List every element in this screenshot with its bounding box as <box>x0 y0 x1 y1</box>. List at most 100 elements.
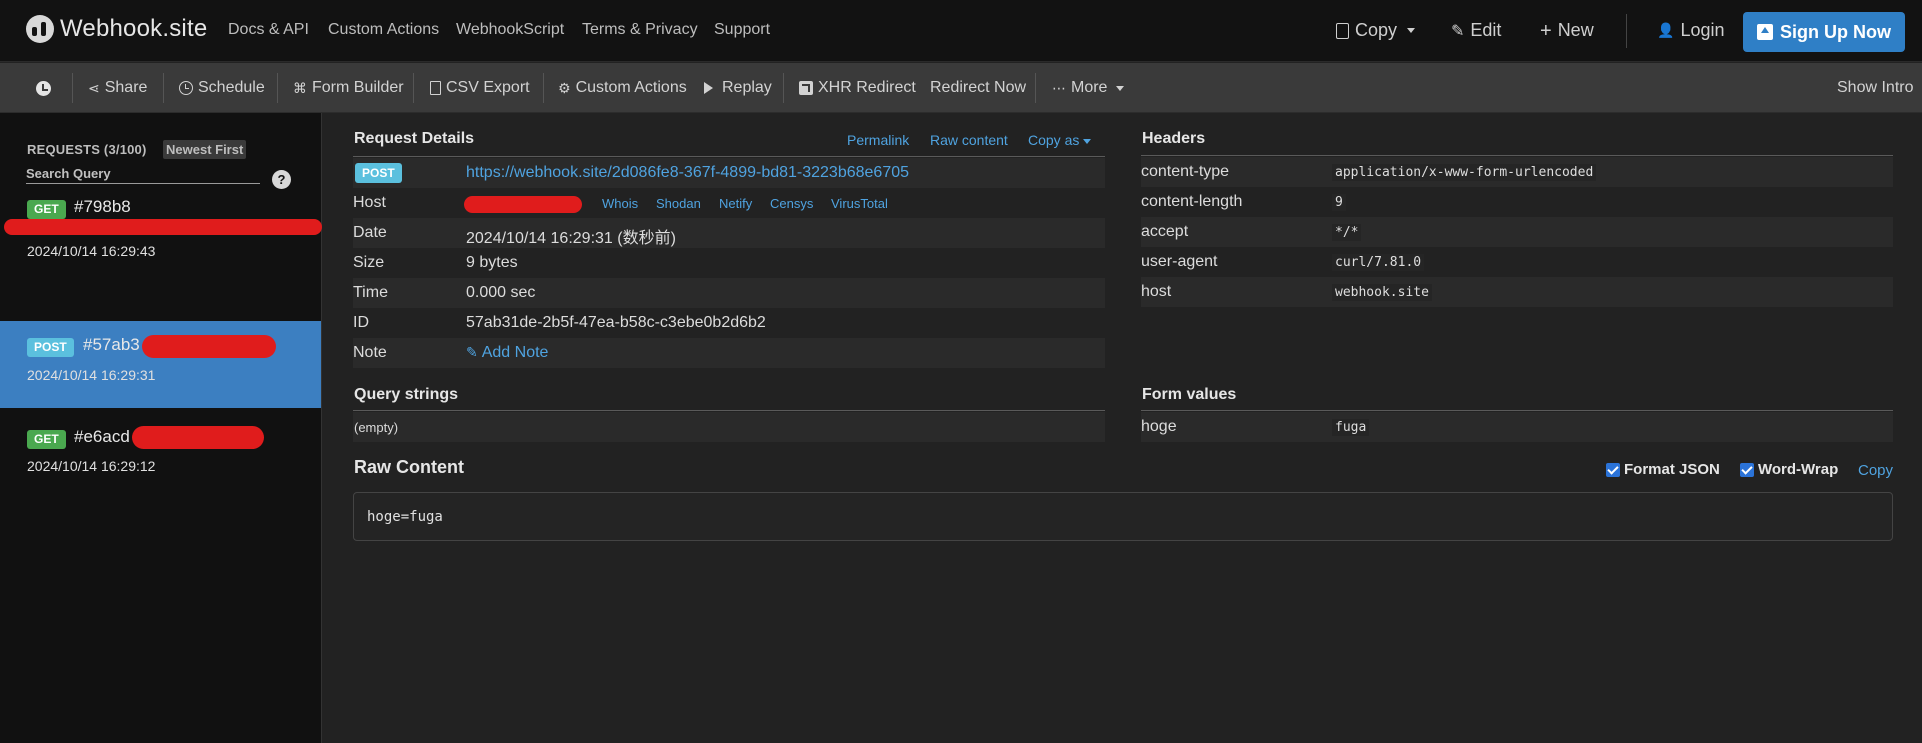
nav-terms-privacy[interactable]: Terms & Privacy <box>582 21 698 39</box>
size-label: Size <box>353 254 385 271</box>
query-strings-row: (empty) <box>353 412 1105 442</box>
add-note-link[interactable]: ✎ Add Note <box>466 344 548 362</box>
schedule-clock-icon <box>179 81 193 95</box>
section-divider <box>353 156 1105 157</box>
webhook-logo-icon <box>26 15 54 43</box>
request-time: 2024/10/14 16:29:31 <box>27 367 156 383</box>
brand-name: Webhook.site <box>60 15 208 42</box>
request-id: #798b8 <box>74 197 131 216</box>
clipboard-icon <box>1336 22 1349 39</box>
method-badge-get: GET <box>27 200 66 219</box>
shodan-link[interactable]: Shodan <box>656 196 701 211</box>
header-row: accept */* <box>1141 217 1893 247</box>
new-label: New <box>1557 20 1594 40</box>
request-list-item-active[interactable]: POST #57ab3 2024/10/14 16:29:31 <box>0 321 321 408</box>
nav-divider <box>1626 14 1627 48</box>
request-url-link[interactable]: https://webhook.site/2d086fe8-367f-4899-… <box>466 164 909 182</box>
sign-up-button[interactable]: Sign Up Now <box>1743 12 1905 52</box>
request-id: #57ab3 <box>83 335 140 354</box>
method-badge-get: GET <box>27 430 66 449</box>
form-builder-icon: ⌘ <box>293 79 307 96</box>
redirect-now-button[interactable]: Redirect Now <box>930 75 1026 101</box>
headers-title: Headers <box>1142 130 1206 147</box>
method-badge-post: POST <box>27 338 74 357</box>
show-intro-button[interactable]: Show Intro <box>1837 75 1913 101</box>
request-list-item[interactable]: GET #e6acd 2024/10/14 16:29:12 <box>0 413 321 493</box>
toolbar-divider <box>163 73 164 103</box>
form-values-title: Form values <box>1142 386 1237 403</box>
share-label: Share <box>104 79 148 96</box>
time-row: Time 0.000 sec <box>353 278 1105 308</box>
form-value-value: fuga <box>1332 419 1370 436</box>
replay-button[interactable]: Replay <box>704 75 772 101</box>
form-value-name: hoge <box>1141 418 1177 435</box>
toolbar-divider <box>413 73 414 103</box>
method-badge-post: POST <box>355 163 402 183</box>
whois-link[interactable]: Whois <box>602 196 638 211</box>
custom-actions-button[interactable]: ⚙ Custom Actions <box>558 75 687 101</box>
share-icon: ⋖ <box>88 79 100 96</box>
share-button[interactable]: ⋖ Share <box>88 75 147 101</box>
section-divider <box>353 410 1105 411</box>
schedule-button[interactable]: Schedule <box>179 75 265 101</box>
sort-order-button[interactable]: Newest First <box>163 140 247 159</box>
more-label: More <box>1071 79 1108 96</box>
brand[interactable]: Webhook.site <box>26 15 207 43</box>
toolbar-divider <box>72 73 73 103</box>
custom-actions-label: Custom Actions <box>575 79 687 96</box>
checkbox-checked-icon <box>1606 462 1620 477</box>
format-json-checkbox[interactable]: Format JSON <box>1606 461 1720 478</box>
form-builder-button[interactable]: ⌘ Form Builder <box>293 75 404 101</box>
gear-icon: ⚙ <box>558 79 571 96</box>
header-name: content-length <box>1141 193 1243 210</box>
copy-as-menu[interactable]: Copy as <box>1028 132 1092 148</box>
date-row: Date 2024/10/14 16:29:31 (数秒前) <box>353 218 1105 248</box>
censys-link[interactable]: Censys <box>770 196 813 211</box>
header-row: content-length 9 <box>1141 187 1893 217</box>
toolbar: ⋖ Share Schedule ⌘ Form Builder CSV Expo… <box>0 63 1922 113</box>
raw-content-text: hoge=fuga <box>367 509 443 525</box>
permalink-link[interactable]: Permalink <box>847 132 909 148</box>
checkbox-checked-icon <box>1740 462 1754 477</box>
note-row: Note ✎ Add Note <box>353 338 1105 368</box>
copy-raw-link[interactable]: Copy <box>1858 462 1893 479</box>
header-name: accept <box>1141 223 1189 240</box>
requests-count-header: REQUESTS (3/100) <box>27 142 147 157</box>
csv-export-button[interactable]: CSV Export <box>430 75 530 101</box>
raw-content-box[interactable]: hoge=fuga <box>353 492 1893 541</box>
header-row: host webhook.site <box>1141 277 1893 307</box>
xhr-redirect-label: XHR Redirect <box>818 79 916 96</box>
user-icon: 👤 <box>1657 22 1675 38</box>
nav-custom-actions[interactable]: Custom Actions <box>328 21 439 39</box>
history-button[interactable] <box>36 75 51 101</box>
toolbar-divider <box>783 73 784 103</box>
more-menu-button[interactable]: ⋯ More <box>1052 75 1125 101</box>
file-icon <box>430 81 441 95</box>
nav-support[interactable]: Support <box>714 21 770 39</box>
format-json-label: Format JSON <box>1624 461 1720 478</box>
top-navbar: Webhook.site Docs & API Custom Actions W… <box>0 0 1922 62</box>
external-link-icon <box>799 81 813 95</box>
copy-menu-button[interactable]: Copy <box>1336 20 1416 41</box>
query-strings-title: Query strings <box>354 386 459 403</box>
plus-icon: + <box>1540 19 1552 42</box>
login-button[interactable]: 👤 Login <box>1657 20 1724 41</box>
request-list-item[interactable]: GET #798b8 2024/10/14 16:29:43 <box>0 183 322 271</box>
netify-link[interactable]: Netify <box>719 196 752 211</box>
form-value-row: hoge fuga <box>1141 412 1893 442</box>
caret-down-icon <box>1116 85 1125 91</box>
new-button[interactable]: + New <box>1540 20 1594 41</box>
word-wrap-checkbox[interactable]: Word-Wrap <box>1740 461 1838 478</box>
host-label: Host <box>353 194 386 211</box>
nav-docs-api[interactable]: Docs & API <box>228 21 309 39</box>
toolbar-divider <box>543 73 544 103</box>
section-divider <box>1141 410 1893 411</box>
raw-content-link[interactable]: Raw content <box>930 132 1008 148</box>
xhr-redirect-button[interactable]: XHR Redirect <box>799 75 916 101</box>
search-query-input[interactable] <box>26 164 260 184</box>
note-label: Note <box>353 344 387 361</box>
virustotal-link[interactable]: VirusTotal <box>831 196 888 211</box>
edit-button[interactable]: ✎ Edit <box>1451 20 1501 41</box>
section-divider <box>1141 155 1893 156</box>
nav-webhookscript[interactable]: WebhookScript <box>456 21 564 39</box>
